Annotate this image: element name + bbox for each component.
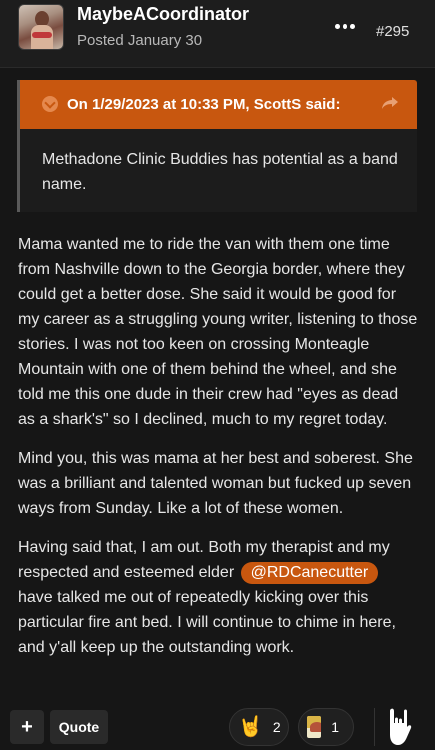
share-arrow-icon[interactable] xyxy=(381,96,399,110)
reaction-flag[interactable]: 1 xyxy=(298,708,354,746)
quote-button[interactable]: Quote xyxy=(50,710,108,744)
rock-hand-icon[interactable] xyxy=(384,706,416,748)
paragraph-text: have talked me out of repeatedly kicking… xyxy=(18,589,396,656)
reaction-count: 2 xyxy=(272,719,281,735)
avatar[interactable] xyxy=(18,4,64,50)
quote-attribution: On 1/29/2023 at 10:33 PM, ScottS said: xyxy=(67,96,341,113)
post-content: Mama wanted me to ride the van with them… xyxy=(18,232,418,674)
paragraph: Mind you, this was mama at her best and … xyxy=(18,450,413,517)
quote-header: On 1/29/2023 at 10:33 PM, ScottS said: xyxy=(20,80,417,129)
username[interactable]: MaybeACoordinator xyxy=(77,4,249,25)
post-number[interactable]: #295 xyxy=(376,23,409,40)
multiquote-button[interactable]: + xyxy=(10,710,44,744)
post-header: MaybeACoordinator Posted January 30 #295 xyxy=(0,0,435,68)
chevron-down-icon[interactable] xyxy=(42,96,58,112)
rock-hand-emoji-icon: 🤘 xyxy=(238,716,263,738)
quote-block: On 1/29/2023 at 10:33 PM, ScottS said: M… xyxy=(17,80,417,212)
post-date[interactable]: Posted January 30 xyxy=(77,32,202,49)
reaction-rock-hand[interactable]: 🤘 2 xyxy=(229,708,289,746)
user-mention[interactable]: @RDCanecutter xyxy=(240,562,379,584)
divider xyxy=(374,708,375,746)
paragraph: Having said that, I am out. Both my ther… xyxy=(18,535,418,660)
reaction-count: 1 xyxy=(331,719,339,735)
post-footer: + Quote 🤘 2 1 xyxy=(0,702,435,750)
flag-badge-icon xyxy=(307,716,322,738)
paragraph: Mama wanted me to ride the van with them… xyxy=(18,236,418,428)
quote-text: Methadone Clinic Buddies has potential a… xyxy=(42,151,398,193)
more-options-icon[interactable] xyxy=(335,22,356,30)
